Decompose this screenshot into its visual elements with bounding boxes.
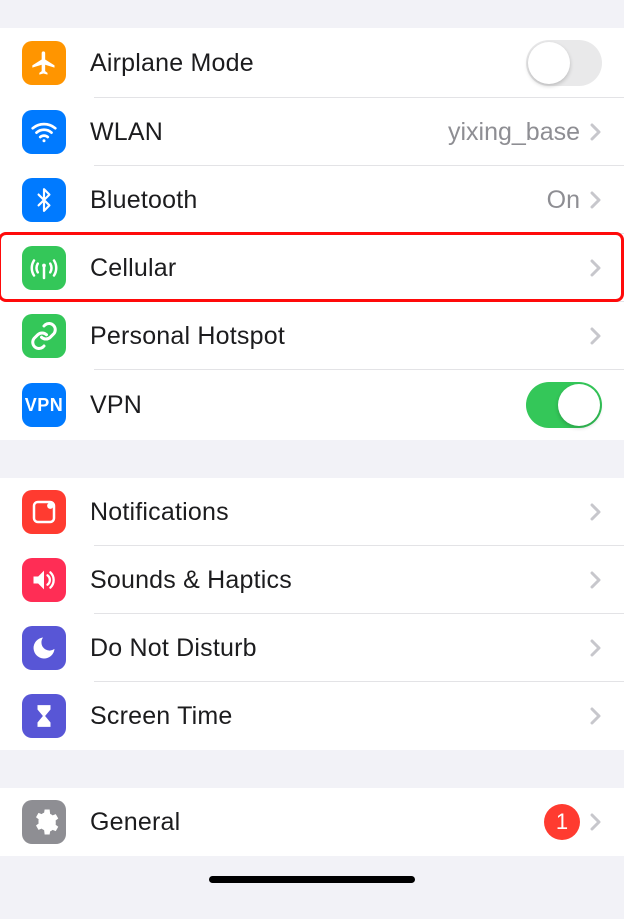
settings-group-general-group: General1 xyxy=(0,788,624,856)
row-vpn[interactable]: VPN VPN xyxy=(0,370,624,440)
label-bluetooth: Bluetooth xyxy=(90,186,547,215)
row-sounds[interactable]: Sounds & Haptics xyxy=(0,546,624,614)
settings-group-connectivity: Airplane ModeWLANyixing_baseBluetoothOnC… xyxy=(0,28,624,440)
antenna-icon xyxy=(22,246,66,290)
hourglass-icon xyxy=(22,694,66,738)
label-general: General xyxy=(90,808,544,837)
chevron-right-icon xyxy=(590,123,602,141)
badge-general: 1 xyxy=(544,804,580,840)
notification-square-icon xyxy=(22,490,66,534)
chevron-right-icon xyxy=(590,813,602,831)
wifi-icon xyxy=(22,110,66,154)
chevron-right-icon xyxy=(590,191,602,209)
chevron-right-icon xyxy=(590,571,602,589)
label-notifications: Notifications xyxy=(90,498,590,527)
vpn-text-icon: VPN xyxy=(22,383,66,427)
row-hotspot[interactable]: Personal Hotspot xyxy=(0,302,624,370)
toggle-airplane-mode[interactable] xyxy=(526,40,602,86)
label-airplane-mode: Airplane Mode xyxy=(90,49,526,78)
home-indicator xyxy=(209,876,415,883)
label-wlan: WLAN xyxy=(90,118,448,147)
chevron-right-icon xyxy=(590,707,602,725)
chevron-right-icon xyxy=(590,327,602,345)
label-hotspot: Personal Hotspot xyxy=(90,322,590,351)
label-cellular: Cellular xyxy=(90,254,590,283)
row-dnd[interactable]: Do Not Disturb xyxy=(0,614,624,682)
chevron-right-icon xyxy=(590,639,602,657)
chevron-right-icon xyxy=(590,503,602,521)
label-dnd: Do Not Disturb xyxy=(90,634,590,663)
row-bluetooth[interactable]: BluetoothOn xyxy=(0,166,624,234)
row-cellular[interactable]: Cellular xyxy=(0,234,624,302)
airplane-icon xyxy=(22,41,66,85)
toggle-vpn[interactable] xyxy=(526,382,602,428)
value-bluetooth: On xyxy=(547,186,580,215)
bluetooth-icon xyxy=(22,178,66,222)
row-screentime[interactable]: Screen Time xyxy=(0,682,624,750)
label-vpn: VPN xyxy=(90,391,526,420)
label-sounds: Sounds & Haptics xyxy=(90,566,590,595)
gear-icon xyxy=(22,800,66,844)
label-screentime: Screen Time xyxy=(90,702,590,731)
settings-group-alerts: Notifications Sounds & Haptics Do Not Dist… xyxy=(0,478,624,750)
row-airplane-mode[interactable]: Airplane Mode xyxy=(0,28,624,98)
moon-icon xyxy=(22,626,66,670)
value-wlan: yixing_base xyxy=(448,118,580,147)
chevron-right-icon xyxy=(590,259,602,277)
row-wlan[interactable]: WLANyixing_base xyxy=(0,98,624,166)
row-notifications[interactable]: Notifications xyxy=(0,478,624,546)
link-icon xyxy=(22,314,66,358)
speaker-icon xyxy=(22,558,66,602)
row-general[interactable]: General1 xyxy=(0,788,624,856)
